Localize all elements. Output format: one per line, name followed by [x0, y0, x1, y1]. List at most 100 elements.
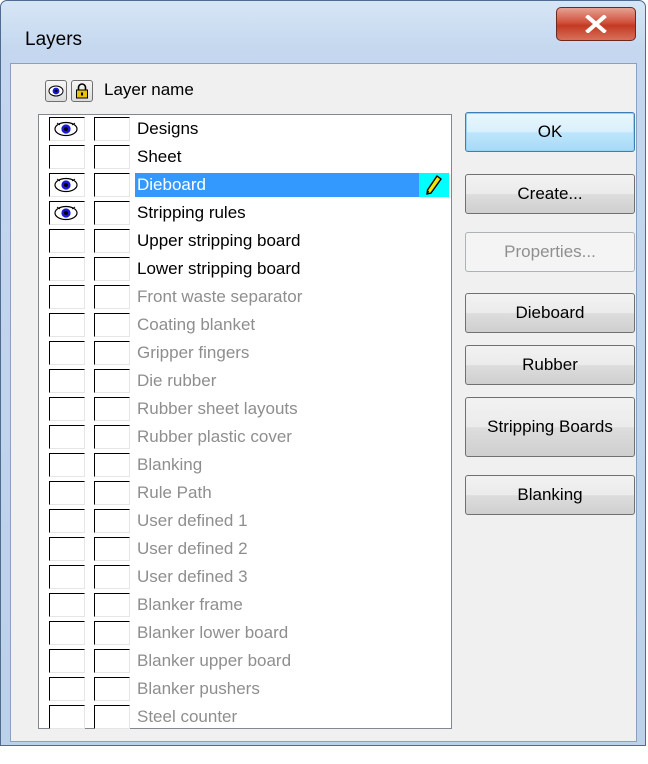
layer-row[interactable]: Dieboard: [39, 171, 451, 199]
lock-toggle[interactable]: [94, 677, 130, 701]
lock-toggle[interactable]: [94, 173, 130, 197]
rubber-button[interactable]: Rubber: [465, 345, 635, 385]
visibility-toggle[interactable]: [49, 173, 85, 197]
layer-row[interactable]: Blanker frame: [39, 591, 451, 619]
layer-name[interactable]: Coating blanket: [137, 313, 255, 337]
layer-name[interactable]: Front waste separator: [137, 285, 302, 309]
visibility-toggle[interactable]: [49, 425, 85, 449]
dieboard-button[interactable]: Dieboard: [465, 293, 635, 333]
lock-toggle[interactable]: [94, 537, 130, 561]
layer-row[interactable]: Stripping rules: [39, 199, 451, 227]
lock-toggle[interactable]: [94, 705, 130, 729]
lock-toggle[interactable]: [94, 649, 130, 673]
layer-name[interactable]: User defined 3: [137, 565, 248, 589]
layer-name[interactable]: User defined 1: [137, 509, 248, 533]
layer-row[interactable]: Gripper fingers: [39, 339, 451, 367]
lock-toggle[interactable]: [94, 425, 130, 449]
visibility-toggle[interactable]: [49, 369, 85, 393]
layer-list[interactable]: Designs Sheet Dieboard Stripping rules Upper…: [38, 114, 452, 729]
visibility-toggle[interactable]: [49, 117, 85, 141]
visibility-toggle[interactable]: [49, 621, 85, 645]
layer-name[interactable]: Blanker frame: [137, 593, 243, 617]
visibility-toggle[interactable]: [49, 649, 85, 673]
lock-toggle[interactable]: [94, 509, 130, 533]
lock-toggle[interactable]: [94, 481, 130, 505]
background-strip: [0, 746, 648, 764]
ok-button[interactable]: OK: [465, 112, 635, 152]
lock-toggle[interactable]: [94, 285, 130, 309]
visibility-toggle[interactable]: [49, 537, 85, 561]
visibility-toggle[interactable]: [49, 453, 85, 477]
stripping-boards-button[interactable]: Stripping Boards: [465, 397, 635, 457]
visibility-toggle[interactable]: [49, 313, 85, 337]
layer-row[interactable]: Blanker pushers: [39, 675, 451, 703]
visibility-toggle[interactable]: [49, 509, 85, 533]
layer-row[interactable]: Blanker upper board: [39, 647, 451, 675]
layer-row[interactable]: Sheet: [39, 143, 451, 171]
layer-row[interactable]: Die rubber: [39, 367, 451, 395]
lock-header-button[interactable]: [71, 80, 93, 102]
visibility-toggle[interactable]: [49, 593, 85, 617]
lock-toggle[interactable]: [94, 201, 130, 225]
layer-row[interactable]: Lower stripping board: [39, 255, 451, 283]
layer-row[interactable]: Rubber plastic cover: [39, 423, 451, 451]
layer-row[interactable]: Rule Path: [39, 479, 451, 507]
layer-name[interactable]: Gripper fingers: [137, 341, 249, 365]
lock-toggle[interactable]: [94, 313, 130, 337]
layer-name[interactable]: Blanking: [137, 453, 202, 477]
layer-row[interactable]: Coating blanket: [39, 311, 451, 339]
lock-toggle[interactable]: [94, 453, 130, 477]
lock-toggle[interactable]: [94, 369, 130, 393]
layer-row[interactable]: Front waste separator: [39, 283, 451, 311]
layer-row[interactable]: Blanker lower board: [39, 619, 451, 647]
layer-name[interactable]: Upper stripping board: [137, 229, 300, 253]
visibility-toggle[interactable]: [49, 341, 85, 365]
layer-name[interactable]: Rubber sheet layouts: [137, 397, 298, 421]
visibility-toggle[interactable]: [49, 565, 85, 589]
visibility-toggle[interactable]: [49, 201, 85, 225]
layer-name[interactable]: Lower stripping board: [137, 257, 300, 281]
lock-toggle[interactable]: [94, 257, 130, 281]
layer-name[interactable]: Blanker upper board: [137, 649, 291, 673]
visibility-toggle[interactable]: [49, 285, 85, 309]
layer-row[interactable]: Steel counter: [39, 703, 451, 731]
layer-row[interactable]: Designs: [39, 115, 451, 143]
layer-row[interactable]: Rubber sheet layouts: [39, 395, 451, 423]
lock-toggle[interactable]: [94, 565, 130, 589]
layer-row[interactable]: User defined 1: [39, 507, 451, 535]
lock-toggle[interactable]: [94, 341, 130, 365]
layer-name[interactable]: Rubber plastic cover: [137, 425, 292, 449]
layer-name[interactable]: Steel counter: [137, 705, 237, 729]
visibility-toggle[interactable]: [49, 677, 85, 701]
visibility-toggle[interactable]: [49, 229, 85, 253]
create-button[interactable]: Create...: [465, 174, 635, 214]
layer-name[interactable]: User defined 2: [137, 537, 248, 561]
layer-name[interactable]: Blanker lower board: [137, 621, 288, 645]
blanking-button[interactable]: Blanking: [465, 475, 635, 515]
lock-toggle[interactable]: [94, 117, 130, 141]
visibility-toggle[interactable]: [49, 397, 85, 421]
layer-name[interactable]: Stripping rules: [137, 201, 246, 225]
layer-name[interactable]: Designs: [137, 117, 198, 141]
visibility-header-button[interactable]: [45, 80, 67, 102]
layer-row[interactable]: User defined 3: [39, 563, 451, 591]
lock-toggle[interactable]: [94, 621, 130, 645]
visibility-toggle[interactable]: [49, 705, 85, 729]
layer-row[interactable]: User defined 2: [39, 535, 451, 563]
layer-name[interactable]: Blanker pushers: [137, 677, 260, 701]
layer-name[interactable]: Die rubber: [137, 369, 216, 393]
layer-name[interactable]: Rule Path: [137, 481, 212, 505]
visibility-toggle[interactable]: [49, 257, 85, 281]
close-button[interactable]: [556, 7, 636, 41]
lock-toggle[interactable]: [94, 229, 130, 253]
properties-button[interactable]: Properties...: [465, 232, 635, 272]
layer-row[interactable]: Upper stripping board: [39, 227, 451, 255]
lock-toggle[interactable]: [94, 397, 130, 421]
layer-name[interactable]: Dieboard: [137, 173, 206, 197]
lock-toggle[interactable]: [94, 593, 130, 617]
layer-name[interactable]: Sheet: [137, 145, 181, 169]
lock-toggle[interactable]: [94, 145, 130, 169]
visibility-toggle[interactable]: [49, 481, 85, 505]
visibility-toggle[interactable]: [49, 145, 85, 169]
layer-row[interactable]: Blanking: [39, 451, 451, 479]
